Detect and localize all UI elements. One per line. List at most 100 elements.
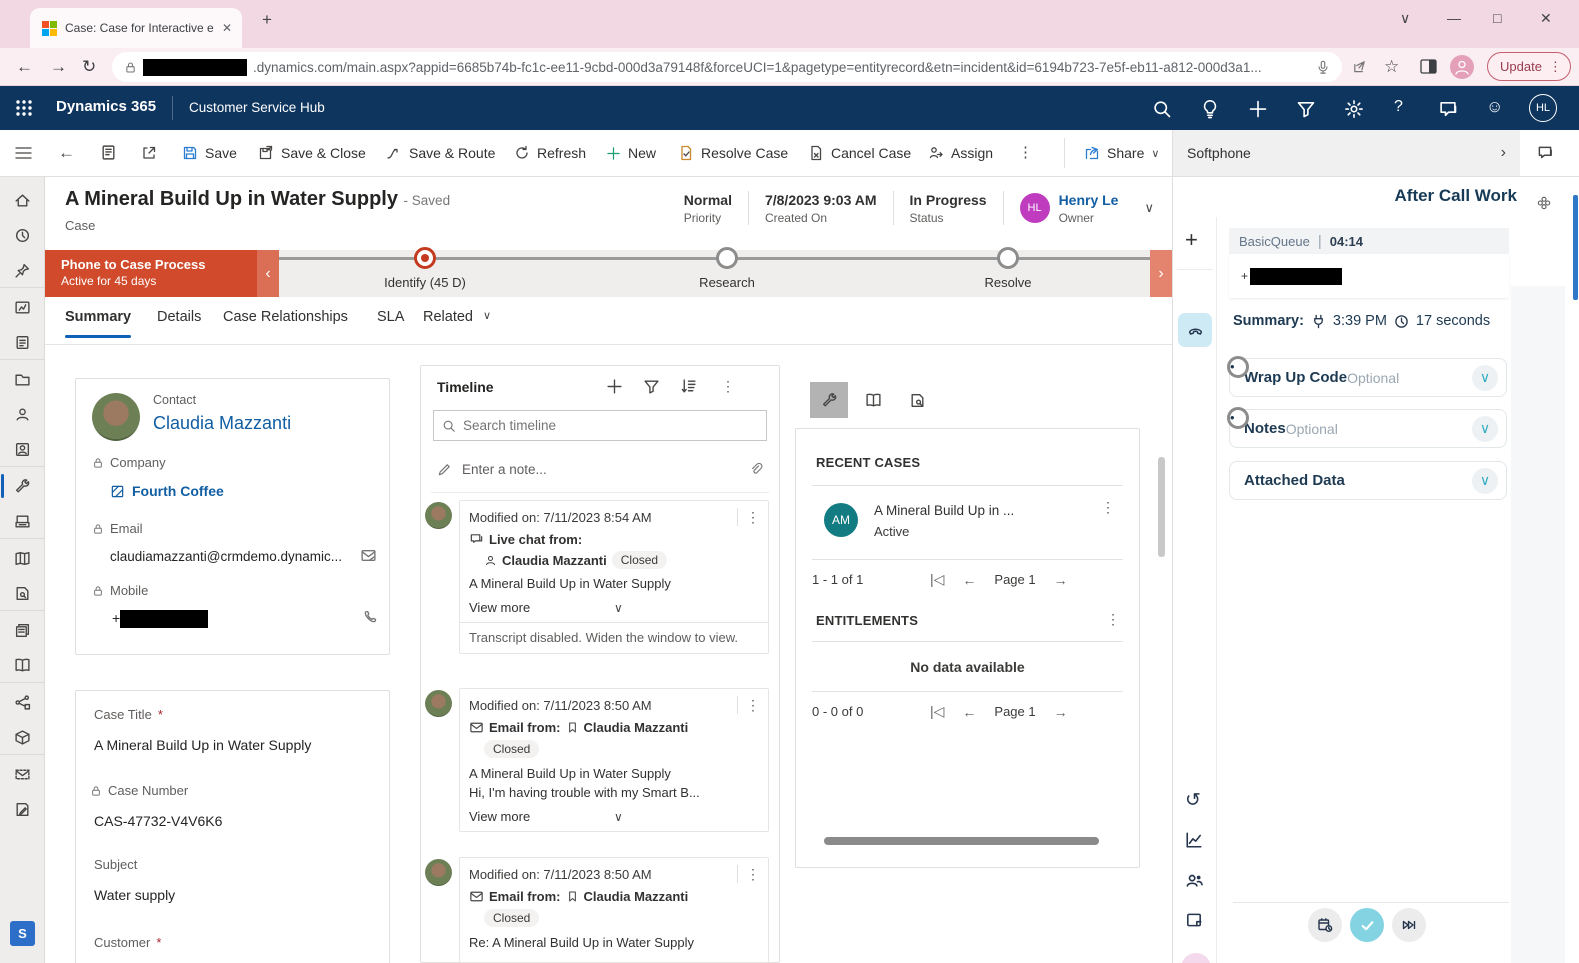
lightbulb-icon[interactable] bbox=[1200, 99, 1220, 119]
sidebar-item-contacts[interactable] bbox=[0, 397, 45, 431]
forward-icon[interactable]: → bbox=[50, 57, 67, 77]
entitlements-kebab-icon[interactable]: ⋮ bbox=[1106, 611, 1120, 628]
timeline-note-row[interactable]: Enter a note... bbox=[433, 454, 767, 484]
active-stage-marker[interactable] bbox=[414, 247, 436, 269]
tab-details[interactable]: Details bbox=[157, 309, 201, 325]
pager-next-icon[interactable]: → bbox=[1054, 704, 1068, 720]
back-icon[interactable]: ← bbox=[16, 57, 33, 77]
bpf-next-chevron[interactable]: › bbox=[1150, 250, 1172, 297]
entry-kebab-icon[interactable]: ⋮ bbox=[746, 697, 760, 714]
timeline-entry-email[interactable]: Modified on: 7/11/2023 8:50 AM ⋮ Email f… bbox=[459, 857, 769, 963]
timeline-kebab-icon[interactable]: ⋮ bbox=[721, 378, 735, 395]
stage-marker[interactable] bbox=[716, 247, 738, 269]
share-page-icon[interactable] bbox=[1352, 59, 1367, 74]
history-icon[interactable]: ↺ bbox=[1185, 789, 1201, 812]
window-close-icon[interactable]: ✕ bbox=[1540, 10, 1552, 27]
open-in-new-icon[interactable] bbox=[141, 145, 157, 161]
tab-related[interactable]: Related bbox=[423, 309, 473, 325]
back-nav-icon[interactable]: ← bbox=[58, 143, 75, 163]
browser-menu-kebab-icon[interactable]: ⋮ bbox=[1549, 59, 1562, 75]
sidebar-item-knowledge-search[interactable] bbox=[0, 576, 45, 610]
owner-field[interactable]: HL Henry Le Owner bbox=[1004, 192, 1135, 225]
sidebar-item-accounts[interactable] bbox=[0, 362, 45, 396]
share-button[interactable]: Share ∨ bbox=[1078, 130, 1165, 176]
new-tab-button[interactable]: + bbox=[262, 10, 272, 30]
sidebar-item-templates[interactable] bbox=[0, 613, 45, 647]
header-expand-chevron-icon[interactable]: ∨ bbox=[1144, 200, 1154, 216]
pager-next-icon[interactable]: → bbox=[1054, 572, 1068, 588]
command-overflow-kebab-icon[interactable]: ⋮ bbox=[1018, 143, 1033, 161]
save-close-button[interactable]: Save & Close bbox=[252, 130, 372, 176]
skip-acw-button[interactable] bbox=[1392, 908, 1426, 942]
browser-tab[interactable]: Case: Case for Interactive experie ✕ bbox=[30, 8, 242, 48]
sidebar-item-social-profiles[interactable] bbox=[0, 432, 45, 466]
entry-kebab-icon[interactable]: ⋮ bbox=[746, 866, 760, 883]
feedback-chat-icon[interactable] bbox=[1438, 99, 1458, 119]
save-route-button[interactable]: Save & Route bbox=[380, 130, 501, 176]
gear-icon[interactable] bbox=[1344, 99, 1364, 119]
timeline-add-icon[interactable] bbox=[606, 378, 623, 395]
reload-icon[interactable]: ↻ bbox=[82, 57, 96, 77]
attached-data-section[interactable]: Attached Data ∨ bbox=[1229, 461, 1507, 500]
app-name[interactable]: Customer Service Hub bbox=[189, 100, 325, 115]
wrap-up-code-section[interactable]: Wrap Up Code • Optional ∨ bbox=[1229, 358, 1507, 397]
sidebar-item-products[interactable] bbox=[0, 720, 45, 754]
resolve-case-button[interactable]: Resolve Case bbox=[672, 130, 794, 176]
horizontal-scrollbar[interactable] bbox=[824, 837, 1099, 845]
sidebar-item-dashboards[interactable] bbox=[0, 290, 45, 324]
timeline-sort-icon[interactable] bbox=[680, 378, 697, 395]
view-more-toggle[interactable]: View more ∨ bbox=[460, 593, 768, 622]
sidebar-item-recent[interactable] bbox=[0, 218, 45, 252]
entry-kebab-icon[interactable]: ⋮ bbox=[746, 509, 760, 526]
timeline-search-input[interactable] bbox=[463, 418, 758, 433]
sitemap-area-switcher[interactable]: S bbox=[10, 921, 35, 946]
browser-profile-avatar[interactable] bbox=[1450, 55, 1474, 79]
call-phone-icon[interactable] bbox=[362, 609, 378, 625]
chevron-down-icon[interactable]: ∨ bbox=[1472, 416, 1498, 442]
waffle-icon[interactable] bbox=[14, 98, 34, 118]
collapse-panel-chevron-icon[interactable]: › bbox=[1501, 144, 1506, 162]
search-icon[interactable] bbox=[1152, 99, 1172, 119]
tab-sla[interactable]: SLA bbox=[377, 309, 404, 325]
address-bar[interactable]: .dynamics.com/main.aspx?appid=6685b74b-f… bbox=[112, 52, 1342, 82]
paperclip-icon[interactable] bbox=[749, 462, 763, 476]
sidebar-item-cases-selected[interactable] bbox=[0, 469, 45, 503]
notes-card-icon[interactable] bbox=[1185, 911, 1203, 929]
insights-chart-icon[interactable] bbox=[1185, 831, 1203, 849]
widget-settings-icon[interactable] bbox=[1536, 195, 1552, 211]
chevron-down-icon[interactable]: ∨ bbox=[1472, 365, 1498, 391]
schedule-callback-button[interactable] bbox=[1308, 908, 1342, 942]
sitemap-hamburger-icon[interactable] bbox=[15, 146, 32, 160]
productivity-chat-icon[interactable] bbox=[1536, 144, 1554, 162]
notes-section[interactable]: Notes • Optional ∨ bbox=[1229, 409, 1507, 448]
tool-tab-knowledge[interactable] bbox=[854, 382, 892, 418]
emoji-icon[interactable]: ☺ bbox=[1486, 97, 1503, 117]
sidebar-item-queues[interactable] bbox=[0, 504, 45, 538]
window-minimize-icon[interactable]: — bbox=[1447, 10, 1461, 26]
case-title-value[interactable]: A Mineral Build Up in Water Supply bbox=[94, 737, 311, 753]
form-switcher-icon[interactable] bbox=[100, 144, 117, 161]
timeline-search-box[interactable] bbox=[433, 410, 767, 441]
company-value[interactable]: Fourth Coffee bbox=[110, 483, 224, 499]
chevron-down-icon[interactable]: ∨ bbox=[1472, 468, 1498, 494]
active-call-session-button[interactable] bbox=[1178, 313, 1212, 347]
complete-acw-check-button[interactable] bbox=[1350, 908, 1384, 942]
pager-first-icon[interactable]: |◁ bbox=[930, 703, 944, 720]
pager-first-icon[interactable]: |◁ bbox=[930, 571, 944, 588]
sidebar-item-knowledge-base[interactable] bbox=[0, 648, 45, 682]
split-screen-icon[interactable] bbox=[1420, 59, 1437, 74]
browser-update-button[interactable]: Update ⋮ bbox=[1487, 52, 1571, 81]
panel-vertical-scrollbar[interactable] bbox=[1573, 195, 1578, 300]
sidebar-item-pinned[interactable] bbox=[0, 253, 45, 287]
content-vertical-scrollbar[interactable] bbox=[1158, 457, 1165, 557]
brand-title[interactable]: Dynamics 365 bbox=[56, 98, 156, 115]
sidebar-item-articles[interactable] bbox=[0, 792, 45, 826]
pager-prev-icon[interactable]: ← bbox=[962, 572, 976, 588]
tool-tab-search-articles[interactable] bbox=[898, 382, 936, 418]
help-icon[interactable]: ? bbox=[1394, 98, 1403, 116]
account-avatar[interactable]: HL bbox=[1529, 94, 1557, 122]
sidebar-item-knowledge-articles[interactable] bbox=[0, 541, 45, 575]
bpf-collapse-chevron[interactable]: ‹ bbox=[257, 250, 279, 297]
stage-marker[interactable] bbox=[997, 247, 1019, 269]
sidebar-item-connections[interactable] bbox=[0, 685, 45, 719]
